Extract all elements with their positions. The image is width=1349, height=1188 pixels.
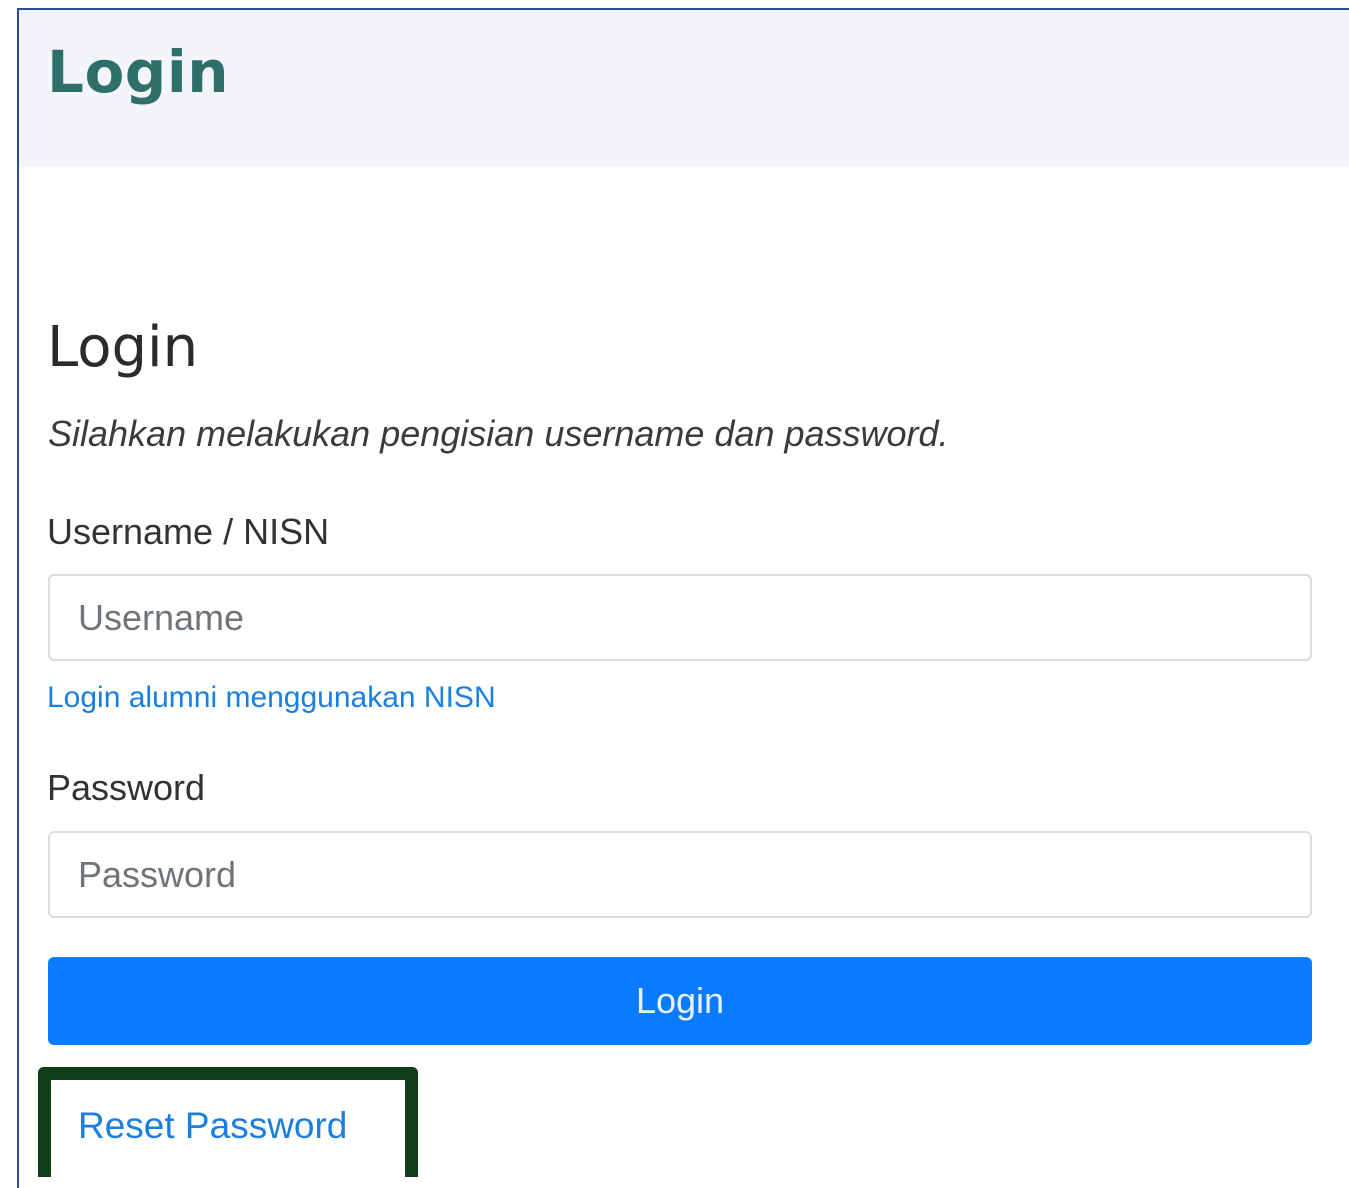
password-input[interactable] <box>48 831 1312 918</box>
login-button[interactable]: Login <box>48 957 1312 1045</box>
login-instructions: Silahkan melakukan pengisian username da… <box>48 413 949 454</box>
header-title: Login <box>47 38 229 106</box>
top-header: Login <box>19 10 1349 167</box>
alumni-nisn-link[interactable]: Login alumni menggunakan NISN <box>47 680 496 716</box>
username-label: Username / NISN <box>47 511 330 552</box>
page-frame: Login Login Silahkan melakukan pengisian… <box>17 8 1349 1188</box>
username-input[interactable] <box>48 574 1312 661</box>
reset-password-link[interactable]: Reset Password <box>78 1104 347 1148</box>
page-title: Login <box>47 315 199 380</box>
password-label: Password <box>47 767 206 808</box>
